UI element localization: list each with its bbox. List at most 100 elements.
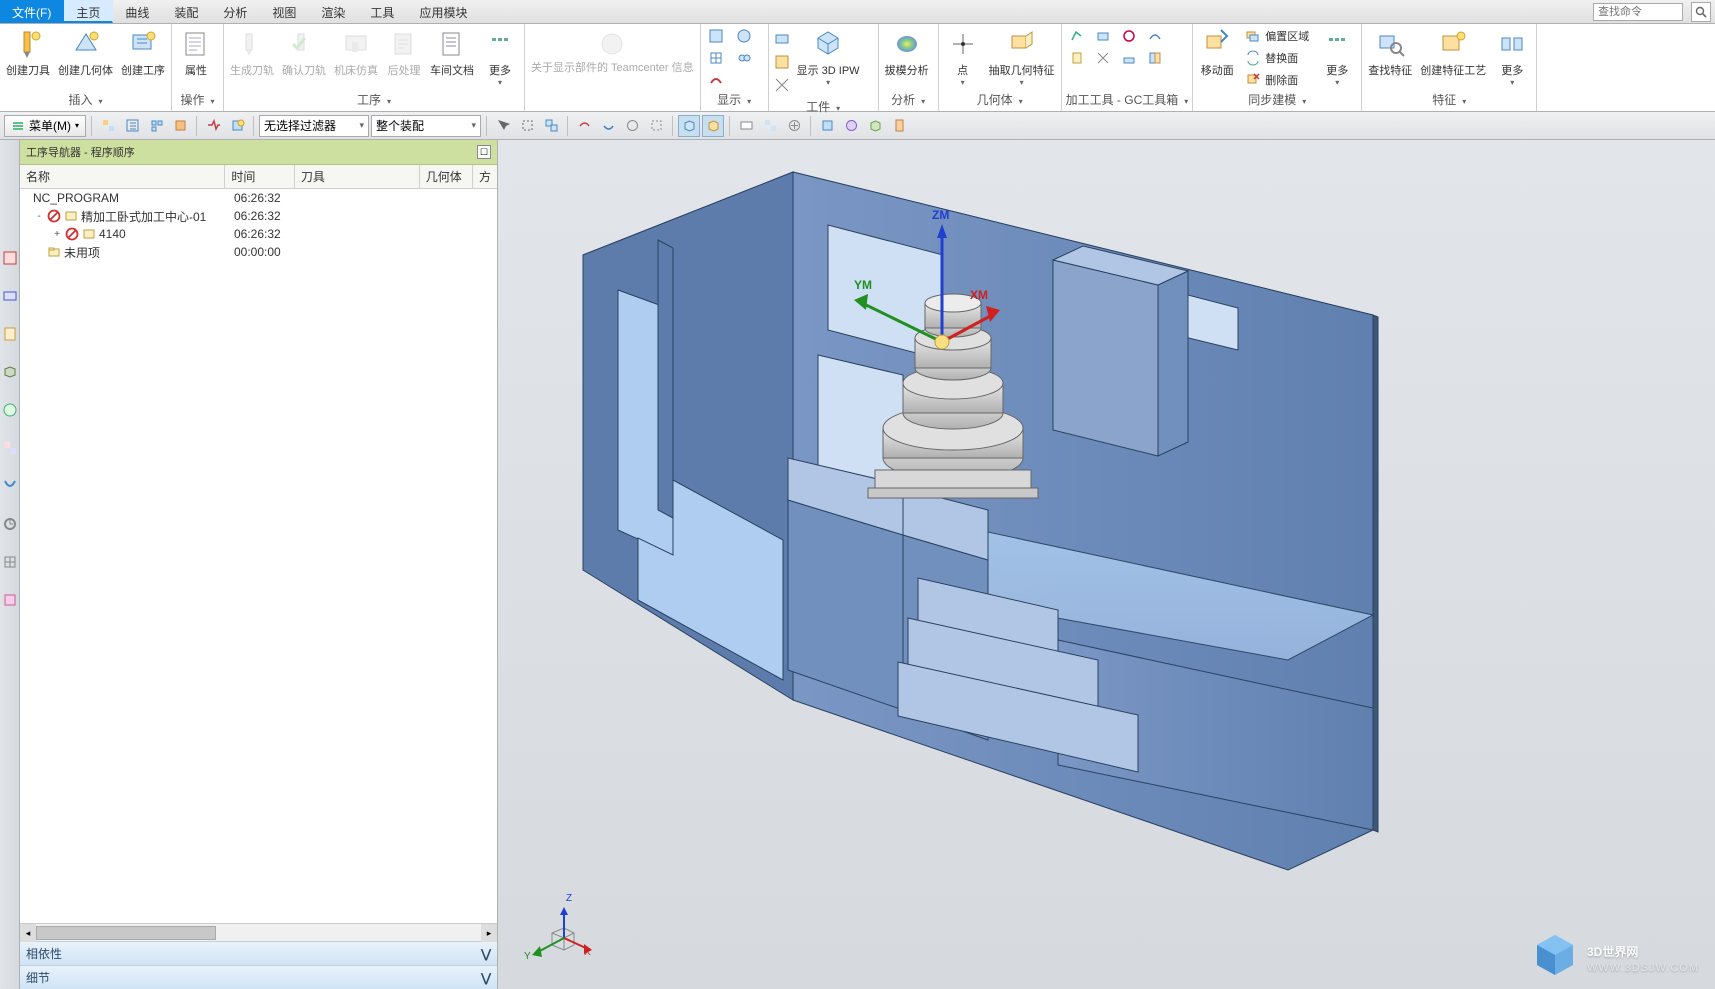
disp-3[interactable] — [783, 115, 805, 137]
lb-icon-7[interactable] — [2, 478, 18, 494]
gc-icon-2[interactable] — [1092, 26, 1114, 46]
tab-tools[interactable]: 工具 — [358, 0, 407, 23]
view-shaded[interactable] — [678, 115, 700, 137]
qbtn-6[interactable] — [226, 115, 248, 137]
btn-find-feature[interactable]: 查找特征 — [1366, 26, 1414, 80]
gc-icon-8[interactable] — [1144, 48, 1166, 68]
btn-postprocess[interactable]: 后处理 — [384, 26, 424, 80]
btn-properties[interactable]: 属性 — [176, 26, 216, 80]
axis-z-label: ZM — [932, 208, 949, 222]
btn-draft-analysis[interactable]: 拔模分析 — [883, 26, 931, 80]
tab-assembly[interactable]: 装配 — [162, 0, 211, 23]
btn-extract-geom[interactable]: 抽取几何特征▾ — [987, 26, 1057, 89]
btn-create-geometry[interactable]: 创建几何体 — [56, 26, 115, 80]
model-svg — [498, 140, 1715, 989]
tree-row-2[interactable]: +4140 06:26:32 — [20, 225, 497, 243]
disp-6[interactable] — [864, 115, 886, 137]
tab-appmodule[interactable]: 应用模块 — [407, 0, 480, 23]
btn-machine-sim[interactable]: 机床仿真 — [332, 26, 380, 80]
nav-header: 工序导航器 - 程序顺序 ☐ — [20, 140, 497, 165]
nav-tree[interactable]: NC_PROGRAM 06:26:32 -精加工卧式加工中心-01 06:26:… — [20, 189, 497, 923]
sel-2[interactable] — [516, 115, 538, 137]
gc-icon-5[interactable] — [1066, 48, 1088, 68]
btn-delete-face[interactable]: 删除面 — [1241, 70, 1313, 90]
tab-curve[interactable]: 曲线 — [113, 0, 162, 23]
btn-move-face[interactable]: 移动面 — [1197, 26, 1237, 80]
btn-more-process[interactable]: 更多▾ — [480, 26, 520, 89]
display-opt-2[interactable] — [733, 26, 755, 46]
3d-viewport[interactable]: ZM YM XM Z X Y 3D世界网WWW.3DSJW.COM — [498, 140, 1715, 989]
disp-2[interactable] — [759, 115, 781, 137]
sel-5[interactable] — [597, 115, 619, 137]
btn-more-sync[interactable]: 更多▾ — [1317, 26, 1357, 89]
filter-combo[interactable]: 无选择过滤器 — [259, 115, 369, 137]
command-search-button[interactable] — [1691, 2, 1711, 22]
nav-maximize-button[interactable]: ☐ — [477, 145, 491, 159]
tab-file[interactable]: 文件(F) — [0, 0, 64, 23]
disp-5[interactable] — [840, 115, 862, 137]
gc-icon-1[interactable] — [1066, 26, 1088, 46]
view-edges[interactable] — [702, 115, 724, 137]
tab-home[interactable]: 主页 — [64, 0, 113, 23]
part-icon-3[interactable] — [773, 76, 791, 97]
sel-4[interactable] — [573, 115, 595, 137]
nav-title: 工序导航器 - 程序顺序 — [26, 144, 135, 160]
btn-show-3d-ipw[interactable]: 显示 3D IPW▾ — [795, 26, 862, 89]
disp-4[interactable] — [816, 115, 838, 137]
btn-replace-face[interactable]: 替换面 — [1241, 48, 1313, 68]
lb-icon-1[interactable] — [2, 250, 18, 266]
btn-verify-toolpath[interactable]: 确认刀轨 — [280, 26, 328, 80]
btn-point[interactable]: 点▾ — [943, 26, 983, 89]
display-opt-1[interactable] — [705, 26, 727, 46]
command-search-input[interactable] — [1593, 3, 1683, 21]
btn-shop-doc[interactable]: 车间文档 — [428, 26, 476, 80]
sel-7[interactable] — [645, 115, 667, 137]
gc-icon-3[interactable] — [1118, 26, 1140, 46]
qbtn-1[interactable] — [97, 115, 119, 137]
display-opt-4[interactable] — [733, 48, 755, 68]
display-opt-3[interactable] — [705, 48, 727, 68]
sel-6[interactable] — [621, 115, 643, 137]
part-icon-2[interactable] — [773, 53, 791, 74]
nav-hscrollbar[interactable]: ◂▸ — [20, 923, 497, 941]
display-opt-5[interactable] — [705, 70, 727, 90]
disp-7[interactable] — [888, 115, 910, 137]
qbtn-2[interactable] — [121, 115, 143, 137]
tab-render[interactable]: 渲染 — [309, 0, 358, 23]
part-icon-1[interactable] — [773, 30, 791, 51]
panel-details[interactable]: 细节⋁ — [20, 965, 497, 989]
lb-icon-6[interactable] — [2, 440, 18, 456]
gc-icon-7[interactable] — [1118, 48, 1140, 68]
btn-create-tool[interactable]: 创建刀具 — [4, 26, 52, 80]
axis-y-label: YM — [854, 278, 872, 292]
lb-icon-4[interactable] — [2, 364, 18, 380]
btn-create-feature-process[interactable]: 创建特征工艺 — [1418, 26, 1488, 80]
lb-icon-8[interactable] — [2, 516, 18, 532]
tree-row-nc-program[interactable]: NC_PROGRAM 06:26:32 — [20, 189, 497, 207]
btn-generate-toolpath[interactable]: 生成刀轨 — [228, 26, 276, 80]
tree-row-3[interactable]: 未用项 00:00:00 — [20, 243, 497, 261]
lb-icon-2[interactable] — [2, 288, 18, 304]
lb-icon-10[interactable] — [2, 592, 18, 608]
tab-analysis[interactable]: 分析 — [211, 0, 260, 23]
panel-dependency[interactable]: 相依性⋁ — [20, 941, 497, 965]
btn-offset-region[interactable]: 偏置区域 — [1241, 26, 1313, 46]
gc-icon-4[interactable] — [1144, 26, 1166, 46]
qbtn-5[interactable] — [202, 115, 224, 137]
sel-1[interactable] — [492, 115, 514, 137]
qbtn-4[interactable] — [169, 115, 191, 137]
assembly-combo[interactable]: 整个装配 — [371, 115, 481, 137]
lb-icon-5[interactable] — [2, 402, 18, 418]
lb-icon-9[interactable] — [2, 554, 18, 570]
tree-row-1[interactable]: -精加工卧式加工中心-01 06:26:32 — [20, 207, 497, 225]
tab-view[interactable]: 视图 — [260, 0, 309, 23]
sel-3[interactable] — [540, 115, 562, 137]
display-opt-6[interactable] — [733, 70, 755, 90]
menu-button[interactable]: 菜单(M)▾ — [4, 115, 86, 137]
disp-1[interactable] — [735, 115, 757, 137]
lb-icon-3[interactable] — [2, 326, 18, 342]
qbtn-3[interactable] — [145, 115, 167, 137]
btn-more-feature[interactable]: 更多▾ — [1492, 26, 1532, 89]
btn-create-operation[interactable]: 创建工序 — [119, 26, 167, 80]
gc-icon-6[interactable] — [1092, 48, 1114, 68]
